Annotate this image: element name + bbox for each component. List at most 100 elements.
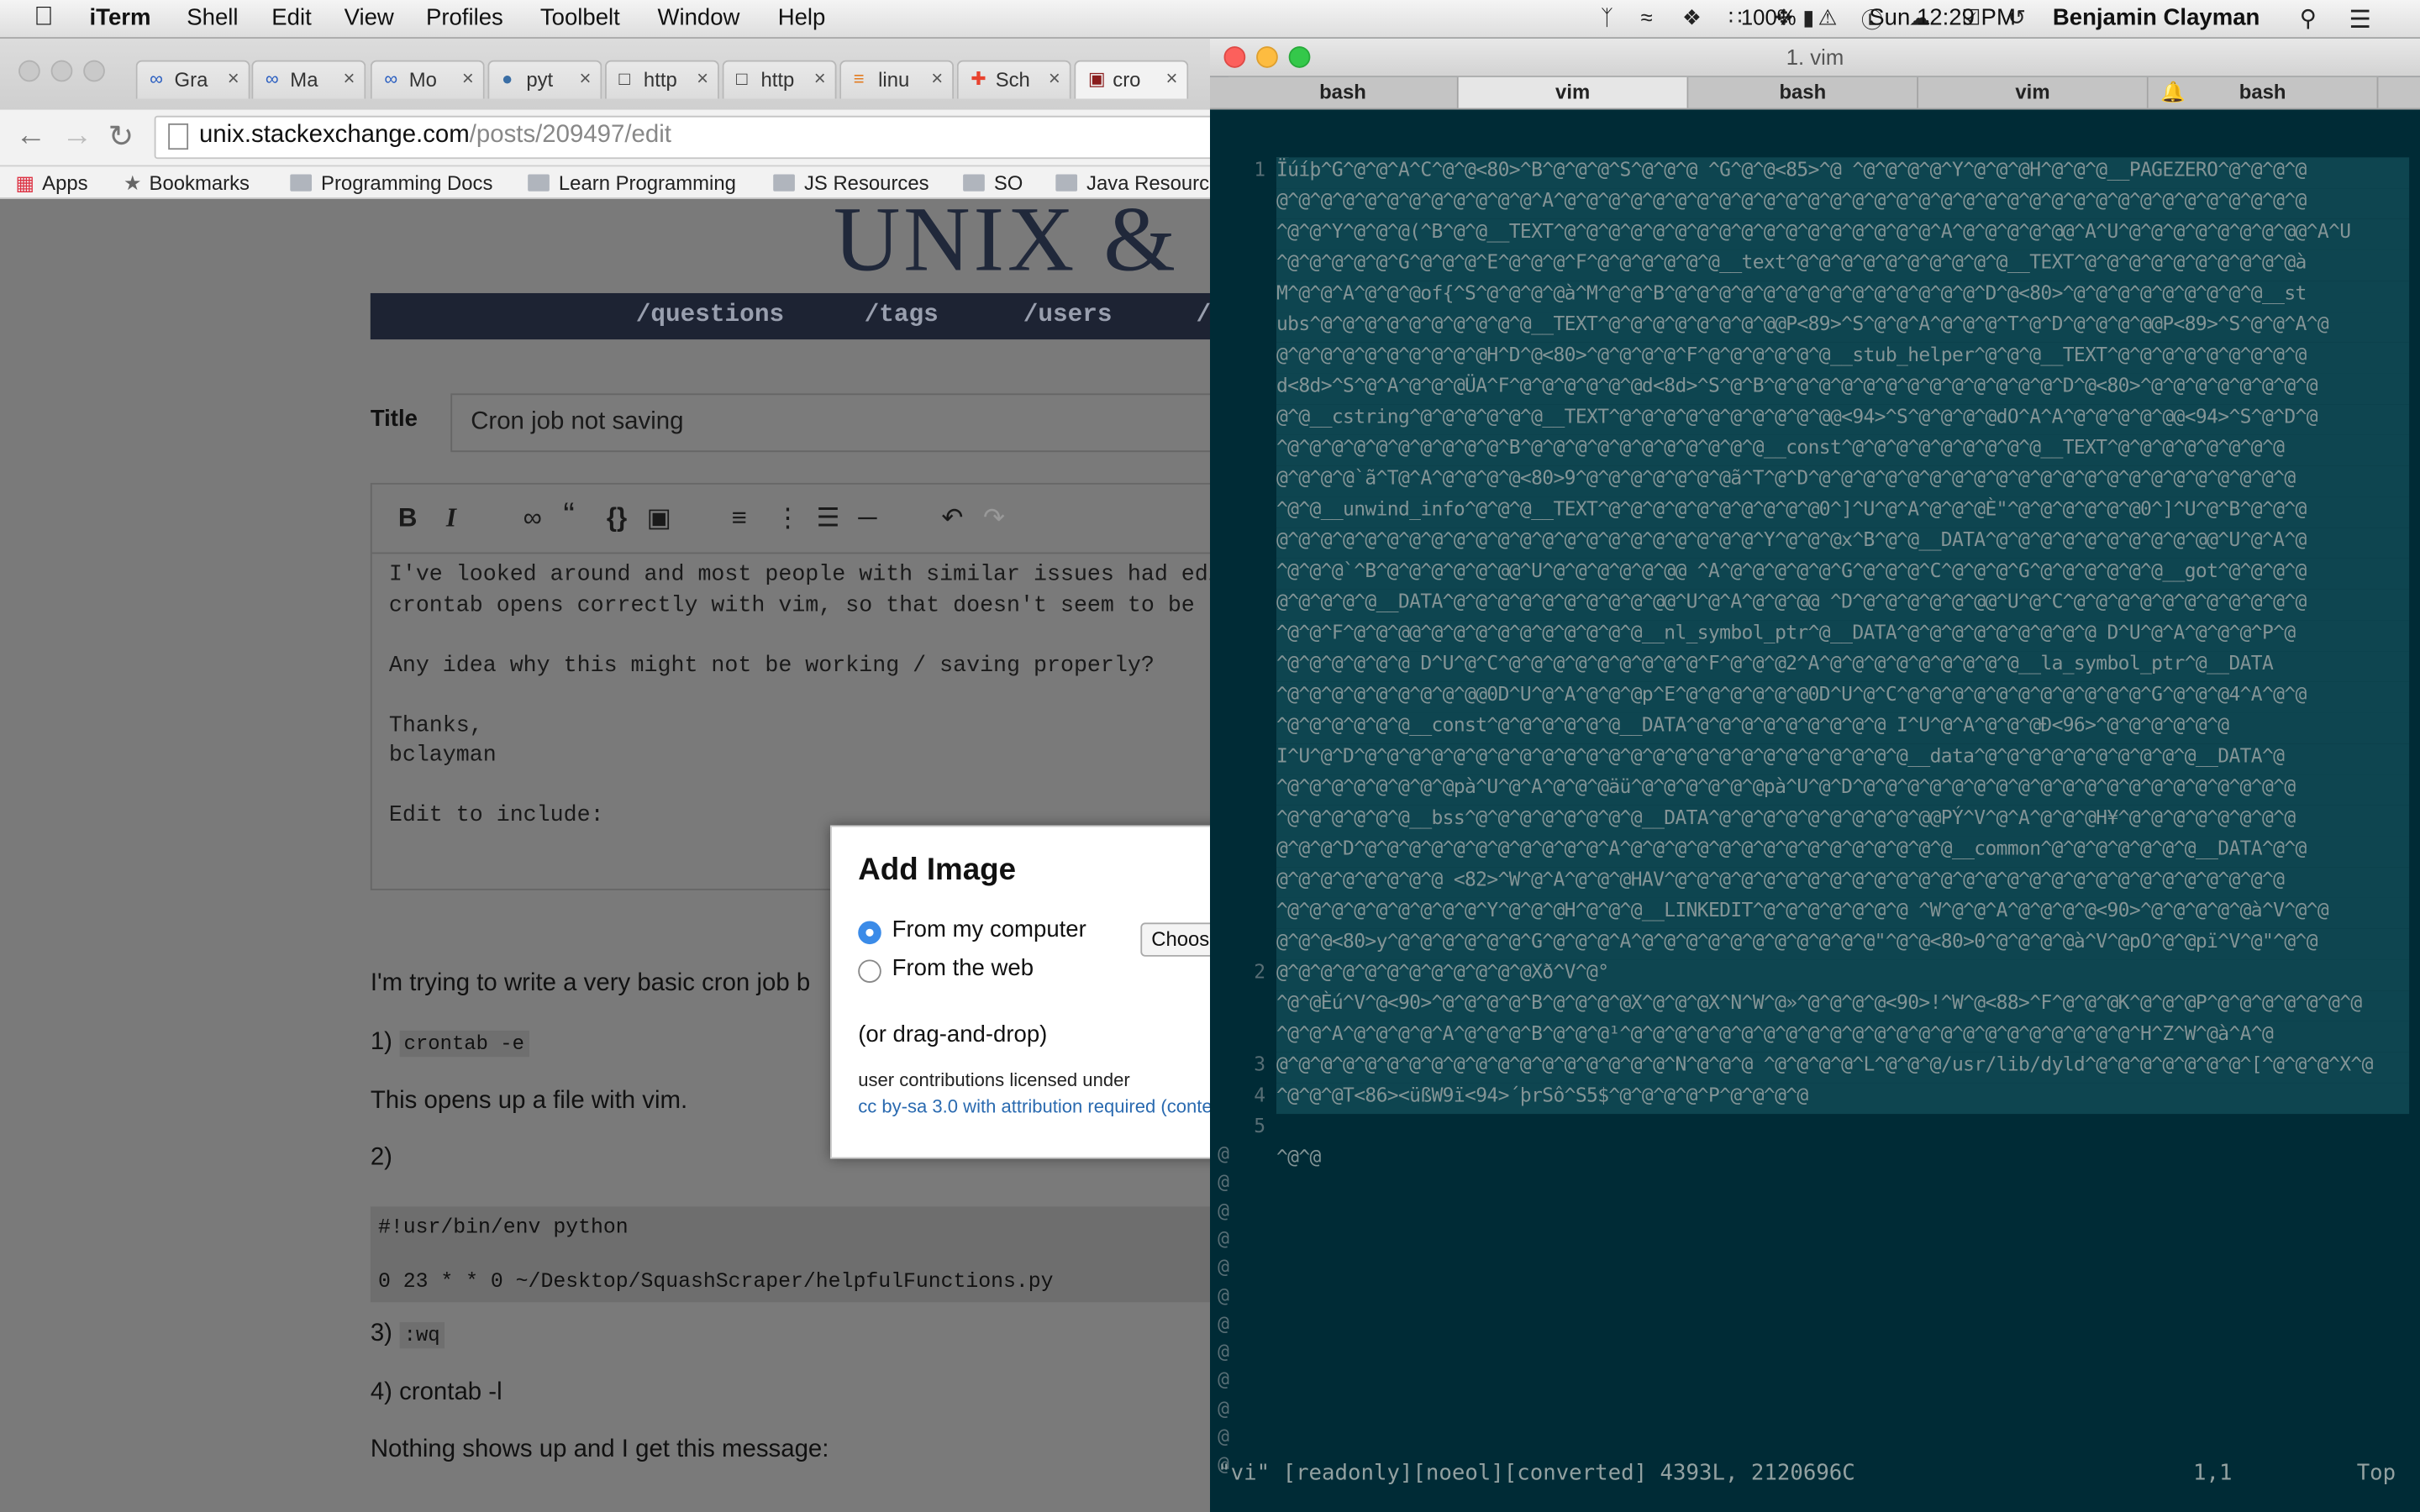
browser-tab[interactable]: □ http × xyxy=(722,60,837,99)
mac-menubar:  iTerm Shell Edit View Profiles Toolbel… xyxy=(0,0,2420,39)
license-link[interactable]: cc by-sa 3.0 with attribution required (… xyxy=(858,1095,1212,1117)
reload-icon[interactable]: ↻ xyxy=(108,118,134,156)
minimize-window-button[interactable] xyxy=(50,60,73,82)
iterm-tab[interactable]: bash xyxy=(1228,76,1459,108)
close-tab-icon[interactable]: × xyxy=(228,66,239,90)
close-tab-icon[interactable]: × xyxy=(697,66,708,90)
filler-line-marker: @ xyxy=(1218,1142,1230,1165)
italic-icon[interactable]: I xyxy=(446,503,456,534)
iterm-tab[interactable]: vim xyxy=(1918,76,2149,108)
bookmark-apps[interactable]: ▦ Apps xyxy=(15,171,87,196)
nav-questions[interactable]: /questions xyxy=(636,301,784,328)
iterm-titlebar: 1. vim xyxy=(1210,38,2420,77)
menu-shell[interactable]: Shell xyxy=(187,5,238,31)
bookmark-bookmarks[interactable]: ★ Bookmarks xyxy=(124,171,250,196)
nav-tags[interactable]: /tags xyxy=(865,301,939,328)
close-window-button[interactable] xyxy=(18,60,40,82)
folder-icon xyxy=(290,174,313,192)
browser-tab[interactable]: ∞ Ma × xyxy=(251,60,366,99)
radio-label-computer[interactable]: From my computer xyxy=(892,916,1086,942)
close-tab-icon[interactable]: × xyxy=(462,66,474,90)
browser-tab[interactable]: ∞ Mo × xyxy=(370,60,485,99)
numbered-list-icon[interactable]: ≡ xyxy=(732,503,747,534)
vim-buffer[interactable]: 1 2 3 4 5 Ïúíþ^G^@^@^A^C^@^@<80>^B^@^@^@… xyxy=(1210,108,2420,1512)
page-icon: □ xyxy=(618,67,630,90)
nav-users[interactable]: /users xyxy=(1023,301,1113,328)
heading-icon[interactable]: ☰ xyxy=(817,503,840,534)
undo-icon[interactable]: ↶ xyxy=(941,503,963,534)
close-tab-icon[interactable]: × xyxy=(580,66,592,90)
filler-line-marker: @ xyxy=(1218,1226,1230,1250)
browser-tab[interactable]: ✚ Sch × xyxy=(956,60,1071,99)
choose-file-button[interactable]: Choos xyxy=(1140,922,1220,957)
bookmark-js-resources[interactable]: JS Resources xyxy=(773,171,929,194)
forward-icon[interactable]: → xyxy=(61,118,92,154)
zoom-window-button[interactable] xyxy=(83,60,105,82)
line-number: 2 xyxy=(1254,959,1266,984)
blockquote-icon[interactable]: “ xyxy=(563,496,574,536)
menu-window[interactable]: Window xyxy=(657,5,739,31)
menu-profiles[interactable]: Profiles xyxy=(426,5,503,31)
editor-textarea[interactable]: I've looked around and most people with … xyxy=(389,562,1219,832)
address-bar[interactable]: unix.stackexchange.com/posts/209497/edit xyxy=(154,115,1220,160)
battery-icon[interactable]: ▮ xyxy=(1802,5,1814,31)
vim-display-line: ^@^@__unwind_info^@^@^@__TEXT^@^@^@^@^@^… xyxy=(1276,496,2410,528)
horizontal-rule-icon[interactable]: ─ xyxy=(858,503,876,534)
iterm-tab-active[interactable]: vim xyxy=(1458,76,1689,108)
iterm-tab[interactable]: bash xyxy=(1688,76,1919,108)
redo-icon[interactable]: ↷ xyxy=(983,503,1005,534)
browser-tab[interactable]: ≡ linu × xyxy=(839,60,955,99)
close-tab-icon[interactable]: × xyxy=(931,66,943,90)
bluetooth-glyph-icon[interactable]: ᛉ xyxy=(1601,5,1613,29)
bookmark-java-resources[interactable]: Java Resourc xyxy=(1055,171,1209,194)
filler-line-marker: @ xyxy=(1218,1169,1230,1194)
bookmark-programming-docs[interactable]: Programming Docs xyxy=(290,171,492,194)
radio-from-computer[interactable] xyxy=(858,921,881,945)
apple-icon[interactable]:  xyxy=(34,2,53,33)
tab-title: Ma xyxy=(290,67,318,92)
menu-edit[interactable]: Edit xyxy=(271,5,311,31)
bold-icon[interactable]: B xyxy=(398,503,418,534)
link-icon[interactable]: ∞ xyxy=(523,503,542,534)
radio-from-web[interactable] xyxy=(858,959,881,984)
close-tab-icon[interactable]: × xyxy=(1049,66,1060,90)
wifi-icon[interactable]: ≈ xyxy=(1640,5,1652,29)
browser-tab[interactable]: ∞ Gra × xyxy=(135,60,250,99)
bookmark-learn-programming[interactable]: Learn Programming xyxy=(528,171,736,194)
menubar-user[interactable]: Benjamin Clayman xyxy=(2053,5,2260,31)
tab-title: Sch xyxy=(995,67,1030,92)
back-icon[interactable]: ← xyxy=(15,118,46,154)
vim-display-line: ^@^@^@^@^@^@ D^U^@^C^@^@^@^@^@^@^@^@^@^F… xyxy=(1276,651,2410,682)
site-logo[interactable]: UNIX & xyxy=(834,199,1179,293)
spotlight-icon[interactable]: ⚲ xyxy=(2300,5,2317,32)
radio-label-web[interactable]: From the web xyxy=(892,955,1034,981)
browser-tab[interactable]: □ http × xyxy=(605,60,719,99)
close-tab-icon[interactable]: × xyxy=(344,66,355,90)
chrome-window: ∞ Gra × ∞ Ma × ∞ Mo × ● pyt × □ http × □ http × ≡ lin… xyxy=(0,38,1220,1512)
browser-tab-active[interactable]: ▣ cro × xyxy=(1074,60,1189,99)
close-tab-icon[interactable]: × xyxy=(1165,66,1177,90)
bookmark-so[interactable]: SO xyxy=(963,171,1023,194)
alert-icon[interactable]: ⚠ xyxy=(1818,5,1838,31)
bookmark-label: Bookmarks xyxy=(149,171,250,195)
browser-tab[interactable]: ● pyt × xyxy=(487,60,602,99)
nav-more[interactable]: / xyxy=(1196,301,1211,328)
image-icon[interactable]: ▣ xyxy=(647,503,672,534)
menu-view[interactable]: View xyxy=(345,5,394,31)
code-icon[interactable]: {} xyxy=(607,503,627,534)
close-tab-icon[interactable]: × xyxy=(814,66,826,90)
notification-center-icon[interactable]: ☰ xyxy=(2349,5,2371,36)
iterm-tab[interactable]: 🔔 bash xyxy=(2148,76,2379,108)
menu-app-name[interactable]: iTerm xyxy=(90,5,151,31)
tab-strip: ∞ Gra × ∞ Ma × ∞ Mo × ● pyt × □ http × □ http × ≡ lin… xyxy=(0,38,1220,110)
title-input[interactable]: Cron job not saving xyxy=(450,393,1220,453)
dropbox-icon[interactable]: ❖ xyxy=(1682,5,1702,31)
vim-display-line: M^@^@^A^@^@^@of{^S^@^@^@^@à^M^@^@^B^@^@^… xyxy=(1276,281,2410,312)
menu-toolbelt[interactable]: Toolbelt xyxy=(540,5,620,31)
menubar-clock[interactable]: Sun 12:29 PM xyxy=(1869,5,2016,31)
menu-help[interactable]: Help xyxy=(778,5,826,31)
tab-title: Gra xyxy=(174,67,208,92)
bulleted-list-icon[interactable]: ⋮ xyxy=(775,503,801,534)
site-nav: /questions /tags /users / xyxy=(370,292,1220,340)
swiss-icon: ✚ xyxy=(971,67,986,90)
